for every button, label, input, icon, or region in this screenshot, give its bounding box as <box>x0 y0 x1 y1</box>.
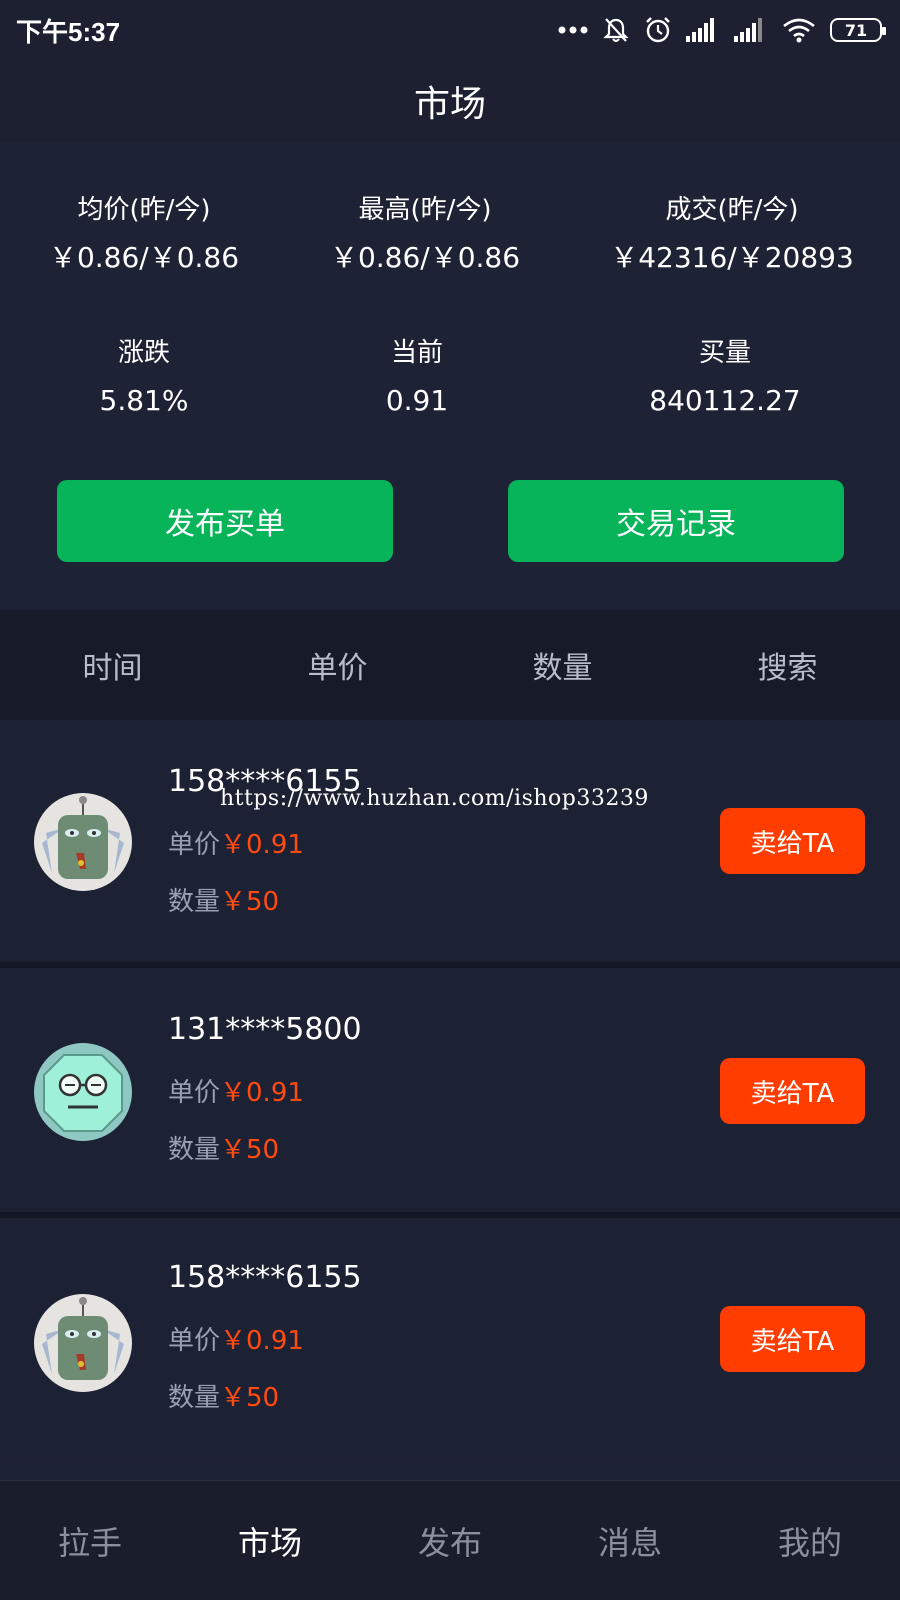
battery-level: 71 <box>844 20 868 40</box>
search-tab[interactable]: 搜索 <box>675 643 900 687</box>
tab-me[interactable]: 我的 <box>720 1518 900 1564</box>
quantity-label: 数量 <box>168 1383 221 1413</box>
sell-to-user-button[interactable]: 卖给TA <box>720 1058 865 1124</box>
stat-current: 当前 0.91 <box>277 335 557 421</box>
robot-avatar-icon <box>34 1294 132 1392</box>
list-item: 158****6155 单价￥0.91 数量￥50 卖给TA <box>0 1218 900 1458</box>
battery-icon: 71 <box>830 18 886 42</box>
stat-value: ￥0.86/￥0.86 <box>48 241 240 274</box>
quantity-label: 数量 <box>168 887 221 917</box>
unit-price-label: 单价 <box>168 1078 221 1108</box>
unit-price-label: 单价 <box>168 1326 221 1356</box>
tab-partner[interactable]: 拉手 <box>0 1518 180 1564</box>
alarm-icon <box>646 17 670 43</box>
unit-price-value: ￥0.91 <box>220 830 304 860</box>
stat-change: 涨跌 5.81% <box>4 335 284 421</box>
stat-label: 当前 <box>390 338 443 368</box>
list-item: 131****5800 单价￥0.91 数量￥50 卖给TA <box>0 968 900 1208</box>
robot-avatar-icon <box>34 793 132 891</box>
stat-label: 最高(昨/今) <box>358 195 492 225</box>
sell-to-user-button[interactable]: 卖给TA <box>720 1306 865 1372</box>
sort-by-time-tab[interactable]: 时间 <box>0 643 225 687</box>
user-phone: 158****6155 <box>168 1260 362 1295</box>
list-item: 158****6155 单价￥0.91 数量￥50 卖给TA <box>0 720 900 960</box>
page-title: 市场 <box>413 84 486 125</box>
quantity: 数量￥50 <box>168 1129 279 1166</box>
unit-price: 单价￥0.91 <box>168 824 304 861</box>
mute-bell-icon <box>603 18 629 42</box>
unit-price: 单价￥0.91 <box>168 1320 304 1357</box>
signal-icon <box>734 18 762 42</box>
stat-value: 840112.27 <box>649 384 801 417</box>
sort-filter-bar: 时间 单价 数量 搜索 <box>0 610 900 720</box>
unit-price-value: ￥0.91 <box>220 1326 304 1356</box>
tab-messages[interactable]: 消息 <box>540 1518 720 1564</box>
signal-icon <box>686 18 714 42</box>
bottom-tab-bar: 拉手 市场 发布 消息 我的 <box>0 1480 900 1600</box>
unit-price-value: ￥0.91 <box>220 1078 304 1108</box>
glasses-face-avatar-icon <box>34 1043 132 1141</box>
sort-by-price-tab[interactable]: 单价 <box>225 643 450 687</box>
stat-label: 涨跌 <box>117 338 170 368</box>
status-icons: 71 <box>558 16 886 44</box>
stat-value: 0.91 <box>385 384 449 417</box>
unit-price: 单价￥0.91 <box>168 1072 304 1109</box>
stat-label: 买量 <box>698 338 751 368</box>
trade-records-button[interactable]: 交易记录 <box>508 480 844 562</box>
quantity-value: ￥50 <box>220 1135 280 1165</box>
tab-publish[interactable]: 发布 <box>360 1518 540 1564</box>
sell-to-user-button[interactable]: 卖给TA <box>720 808 865 874</box>
stat-avg-price: 均价(昨/今) ￥0.86/￥0.86 <box>4 192 284 278</box>
stat-label: 均价(昨/今) <box>77 195 211 225</box>
user-phone: 131****5800 <box>168 1012 362 1047</box>
unit-price-label: 单价 <box>168 830 221 860</box>
row-divider <box>0 1460 900 1480</box>
sort-by-quantity-tab[interactable]: 数量 <box>450 643 675 687</box>
stat-value: ￥42316/￥20893 <box>610 241 854 274</box>
stat-volume: 成交(昨/今) ￥42316/￥20893 <box>592 192 872 278</box>
title-bar: 市场 <box>0 60 900 142</box>
quantity-label: 数量 <box>168 1135 221 1165</box>
stat-buy-volume: 买量 840112.27 <box>585 335 865 421</box>
status-bar: 下午5:37 71 <box>0 0 900 60</box>
more-dots-icon <box>558 26 588 34</box>
stat-high-price: 最高(昨/今) ￥0.86/￥0.86 <box>285 192 565 278</box>
watermark-text: https://www.huzhan.com/ishop33239 <box>220 786 649 811</box>
wifi-icon <box>783 18 815 43</box>
stat-value: ￥0.86/￥0.86 <box>329 241 521 274</box>
status-time: 下午5:37 <box>16 16 121 47</box>
quantity: 数量￥50 <box>168 1377 279 1414</box>
quantity-value: ￥50 <box>220 887 280 917</box>
stat-value: 5.81% <box>99 384 189 417</box>
quantity-value: ￥50 <box>220 1383 280 1413</box>
stat-label: 成交(昨/今) <box>665 195 799 225</box>
tab-market[interactable]: 市场 <box>180 1518 360 1564</box>
quantity: 数量￥50 <box>168 881 279 918</box>
publish-buy-order-button[interactable]: 发布买单 <box>57 480 393 562</box>
